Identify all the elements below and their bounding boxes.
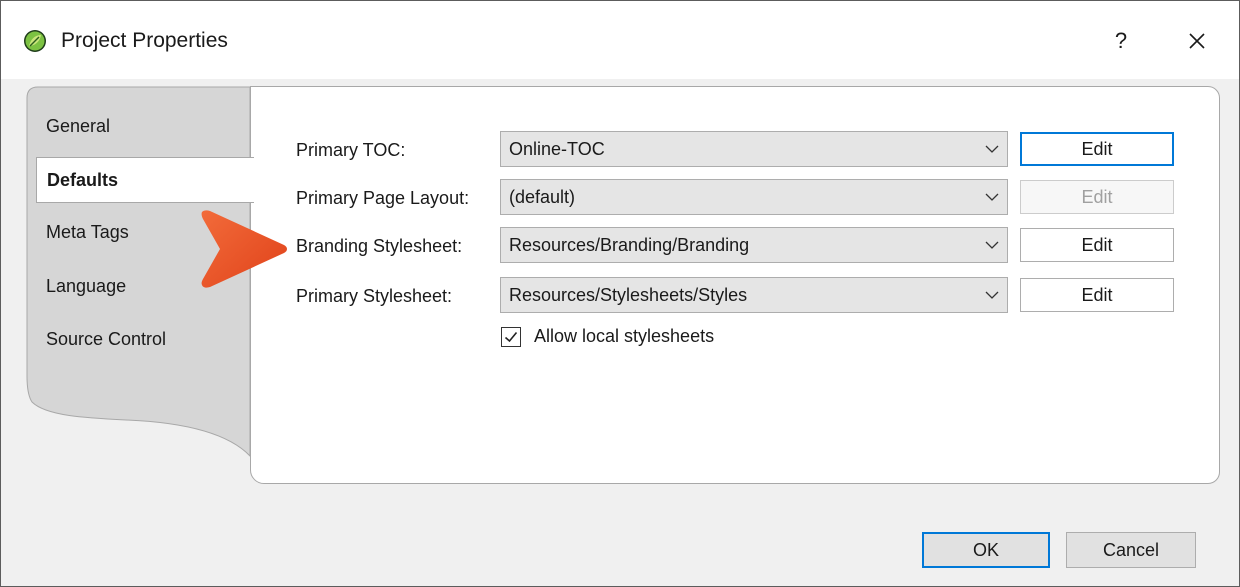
chevron-down-icon [985, 241, 999, 249]
tab-label: Language [46, 276, 127, 296]
close-icon[interactable] [1177, 21, 1217, 61]
primary-page-layout-value: (default) [509, 187, 576, 207]
help-button[interactable]: ? [1101, 21, 1141, 61]
tab-source-control[interactable]: Source Control [36, 317, 246, 361]
primary-stylesheet-select[interactable]: Resources/Stylesheets/Styles [500, 277, 1008, 313]
cancel-button[interactable]: Cancel [1066, 532, 1196, 568]
edit-primary-stylesheet-button[interactable]: Edit [1020, 278, 1174, 312]
tab-label: Meta Tags [46, 222, 129, 242]
tab-label: General [46, 116, 111, 136]
primary-page-layout-label: Primary Page Layout: [296, 188, 470, 208]
app-leaf-icon [24, 30, 46, 52]
primary-toc-label: Primary TOC: [296, 140, 406, 160]
checkmark-icon [504, 331, 518, 343]
edit-branding-stylesheet-button[interactable]: Edit [1020, 228, 1174, 262]
allow-local-stylesheets-label: Allow local stylesheets [534, 326, 715, 346]
tab-general[interactable]: General [36, 104, 246, 148]
chevron-down-icon [985, 291, 999, 299]
orange-arrow-icon [201, 210, 287, 288]
edit-primary-toc-button[interactable]: Edit [1020, 132, 1174, 166]
primary-stylesheet-label: Primary Stylesheet: [296, 286, 453, 306]
tab-label: Source Control [46, 329, 167, 349]
chevron-down-icon [985, 193, 999, 201]
primary-stylesheet-value: Resources/Stylesheets/Styles [509, 285, 748, 305]
allow-local-stylesheets-checkbox[interactable] [501, 327, 521, 347]
branding-stylesheet-select[interactable]: Resources/Branding/Branding [500, 227, 1008, 263]
ok-button[interactable]: OK [922, 532, 1050, 568]
title-bar: Project Properties ? [1, 1, 1239, 79]
chevron-down-icon [985, 145, 999, 153]
branding-stylesheet-label: Branding Stylesheet: [296, 236, 463, 256]
tab-label: Defaults [47, 170, 119, 190]
primary-toc-select[interactable]: Online-TOC [500, 131, 1008, 167]
window-title: Project Properties [61, 29, 228, 52]
branding-stylesheet-value: Resources/Branding/Branding [509, 235, 750, 255]
tab-defaults[interactable]: Defaults [36, 157, 254, 203]
primary-page-layout-select[interactable]: (default) [500, 179, 1008, 215]
edit-primary-page-layout-button: Edit [1020, 180, 1174, 214]
primary-toc-value: Online-TOC [509, 139, 605, 159]
